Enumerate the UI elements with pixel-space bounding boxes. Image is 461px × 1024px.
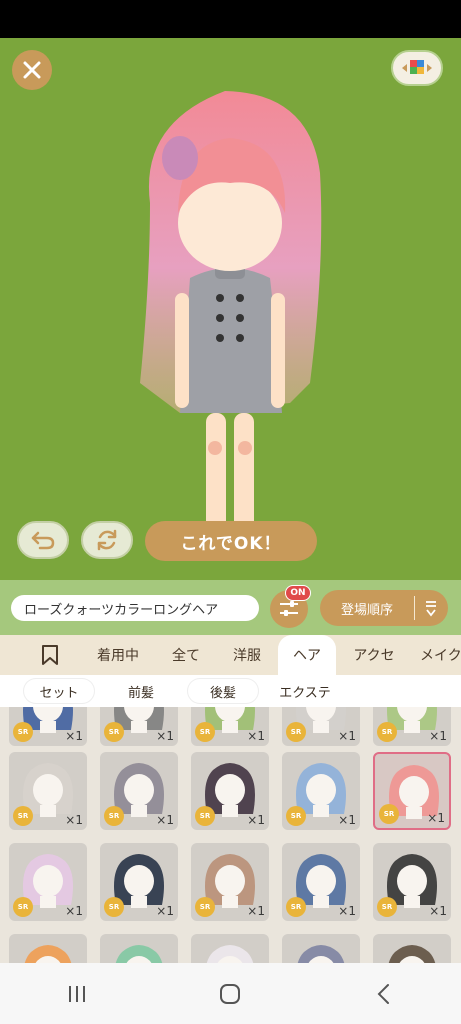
category-tabs: 着用中 全て 洋服 ヘア アクセ メイク bbox=[0, 635, 461, 675]
filter-on-badge: ON bbox=[285, 585, 311, 601]
sort-order-button[interactable]: 登場順序 bbox=[320, 590, 448, 626]
hair-thumbnail bbox=[24, 945, 72, 963]
item-quantity: ×1 bbox=[247, 904, 265, 918]
rarity-badge: SR bbox=[13, 897, 33, 917]
close-icon bbox=[23, 61, 41, 79]
rarity-badge: SR bbox=[13, 722, 33, 742]
rarity-badge: SR bbox=[286, 897, 306, 917]
tab-wearing[interactable]: 着用中 bbox=[88, 635, 148, 675]
item-info-bar: ローズクォーツカラーロングヘア ON 登場順序 bbox=[0, 580, 461, 635]
hair-item-card[interactable]: SR×1 bbox=[100, 934, 178, 963]
item-quantity: ×1 bbox=[65, 904, 83, 918]
subtab-extensions[interactable]: エクステ bbox=[268, 679, 342, 703]
confirm-button[interactable]: これでOK！ bbox=[145, 521, 317, 561]
hair-item-card[interactable]: SR×1 bbox=[282, 934, 360, 963]
rarity-badge: SR bbox=[377, 897, 397, 917]
hair-item-card[interactable]: SR ×1 bbox=[373, 707, 451, 746]
rarity-badge: SR bbox=[286, 806, 306, 826]
home-icon bbox=[220, 983, 241, 1004]
tab-makeup[interactable]: メイク bbox=[420, 635, 461, 675]
hair-thumbnail bbox=[206, 945, 254, 963]
hair-item-card[interactable]: SR ×1 bbox=[9, 707, 87, 746]
hair-thumbnail bbox=[388, 945, 436, 963]
refresh-icon bbox=[97, 529, 117, 551]
item-quantity: ×1 bbox=[338, 813, 356, 827]
item-grid: SR ×1 SR ×1 SR ×1 SR ×1 SR ×1 SR ×1 SR ×1 SR ×1 SR ×1 SR ×1… bbox=[0, 707, 461, 963]
system-nav-bar bbox=[0, 963, 461, 1024]
item-quantity: ×1 bbox=[247, 729, 265, 743]
color-palette-button[interactable] bbox=[391, 50, 443, 86]
hair-item-card[interactable]: SR ×1 bbox=[282, 707, 360, 746]
item-quantity: ×1 bbox=[65, 729, 83, 743]
hair-item-card[interactable]: SR ×1 bbox=[282, 752, 360, 830]
hair-item-card[interactable]: SR ×1 bbox=[100, 752, 178, 830]
hair-item-card[interactable]: SR ×1 bbox=[9, 752, 87, 830]
tab-hair[interactable]: ヘア bbox=[278, 635, 336, 675]
undo-button[interactable] bbox=[17, 521, 69, 559]
rarity-badge: SR bbox=[195, 806, 215, 826]
sliders-icon bbox=[280, 601, 298, 616]
sort-icon bbox=[426, 601, 436, 617]
hair-item-card[interactable]: SR ×1 bbox=[191, 752, 269, 830]
hair-item-card[interactable]: SR ×1 bbox=[282, 843, 360, 921]
hair-thumbnail bbox=[297, 945, 345, 963]
home-button[interactable] bbox=[200, 974, 260, 1014]
tab-clothes[interactable]: 洋服 bbox=[222, 635, 272, 675]
rarity-badge: SR bbox=[195, 897, 215, 917]
item-quantity: ×1 bbox=[429, 729, 447, 743]
hair-item-card[interactable]: SR ×1 bbox=[373, 752, 451, 830]
item-quantity: ×1 bbox=[338, 729, 356, 743]
hair-subtabs: セット 前髪 後髪 エクステ bbox=[0, 675, 461, 707]
item-quantity: ×1 bbox=[65, 813, 83, 827]
tab-bookmark[interactable] bbox=[30, 635, 70, 675]
item-quantity: ×1 bbox=[156, 729, 174, 743]
bookmark-icon bbox=[42, 645, 58, 665]
status-bar bbox=[0, 0, 461, 38]
rarity-badge: SR bbox=[104, 722, 124, 742]
rarity-badge: SR bbox=[377, 722, 397, 742]
item-quantity: ×1 bbox=[338, 904, 356, 918]
hair-item-card[interactable]: SR×1 bbox=[9, 934, 87, 963]
recent-apps-button[interactable] bbox=[47, 974, 107, 1014]
sort-direction-button[interactable] bbox=[415, 599, 447, 617]
rarity-badge: SR bbox=[104, 897, 124, 917]
hair-thumbnail bbox=[115, 945, 163, 963]
hair-item-card[interactable]: SR ×1 bbox=[100, 707, 178, 746]
hair-item-card[interactable]: SR ×1 bbox=[191, 707, 269, 746]
hair-item-card[interactable]: SR ×1 bbox=[100, 843, 178, 921]
rarity-badge: SR bbox=[195, 722, 215, 742]
avatar-stage: これでOK！ bbox=[0, 38, 461, 580]
hair-item-card[interactable]: SR×1 bbox=[191, 934, 269, 963]
hair-item-card[interactable]: SR ×1 bbox=[373, 843, 451, 921]
tab-accessories[interactable]: アクセ bbox=[344, 635, 404, 675]
recent-apps-icon bbox=[68, 985, 85, 1002]
item-quantity: ×1 bbox=[247, 813, 265, 827]
palette-icon bbox=[402, 60, 432, 74]
undo-icon bbox=[31, 531, 55, 550]
item-quantity: ×1 bbox=[156, 813, 174, 827]
subtab-set[interactable]: セット bbox=[24, 679, 94, 703]
rarity-badge: SR bbox=[13, 806, 33, 826]
subtab-bangs[interactable]: 前髪 bbox=[110, 679, 172, 703]
hair-item-card[interactable]: SR ×1 bbox=[9, 843, 87, 921]
item-quantity: ×1 bbox=[429, 904, 447, 918]
avatar-figure bbox=[140, 91, 322, 549]
hair-item-card[interactable]: SR ×1 bbox=[191, 843, 269, 921]
selected-item-name: ローズクォーツカラーロングヘア bbox=[11, 595, 259, 621]
back-button[interactable] bbox=[354, 974, 414, 1014]
back-icon bbox=[377, 983, 390, 1004]
item-quantity: ×1 bbox=[427, 811, 445, 825]
reset-button[interactable] bbox=[81, 521, 133, 559]
rarity-badge: SR bbox=[286, 722, 306, 742]
hair-item-card[interactable]: SR×1 bbox=[373, 934, 451, 963]
tab-all[interactable]: 全て bbox=[160, 635, 212, 675]
close-button[interactable] bbox=[12, 50, 52, 90]
sort-order-label: 登場順序 bbox=[340, 602, 393, 618]
rarity-badge: SR bbox=[379, 804, 399, 824]
subtab-back-hair[interactable]: 後髪 bbox=[188, 679, 258, 703]
rarity-badge: SR bbox=[104, 806, 124, 826]
item-quantity: ×1 bbox=[156, 904, 174, 918]
